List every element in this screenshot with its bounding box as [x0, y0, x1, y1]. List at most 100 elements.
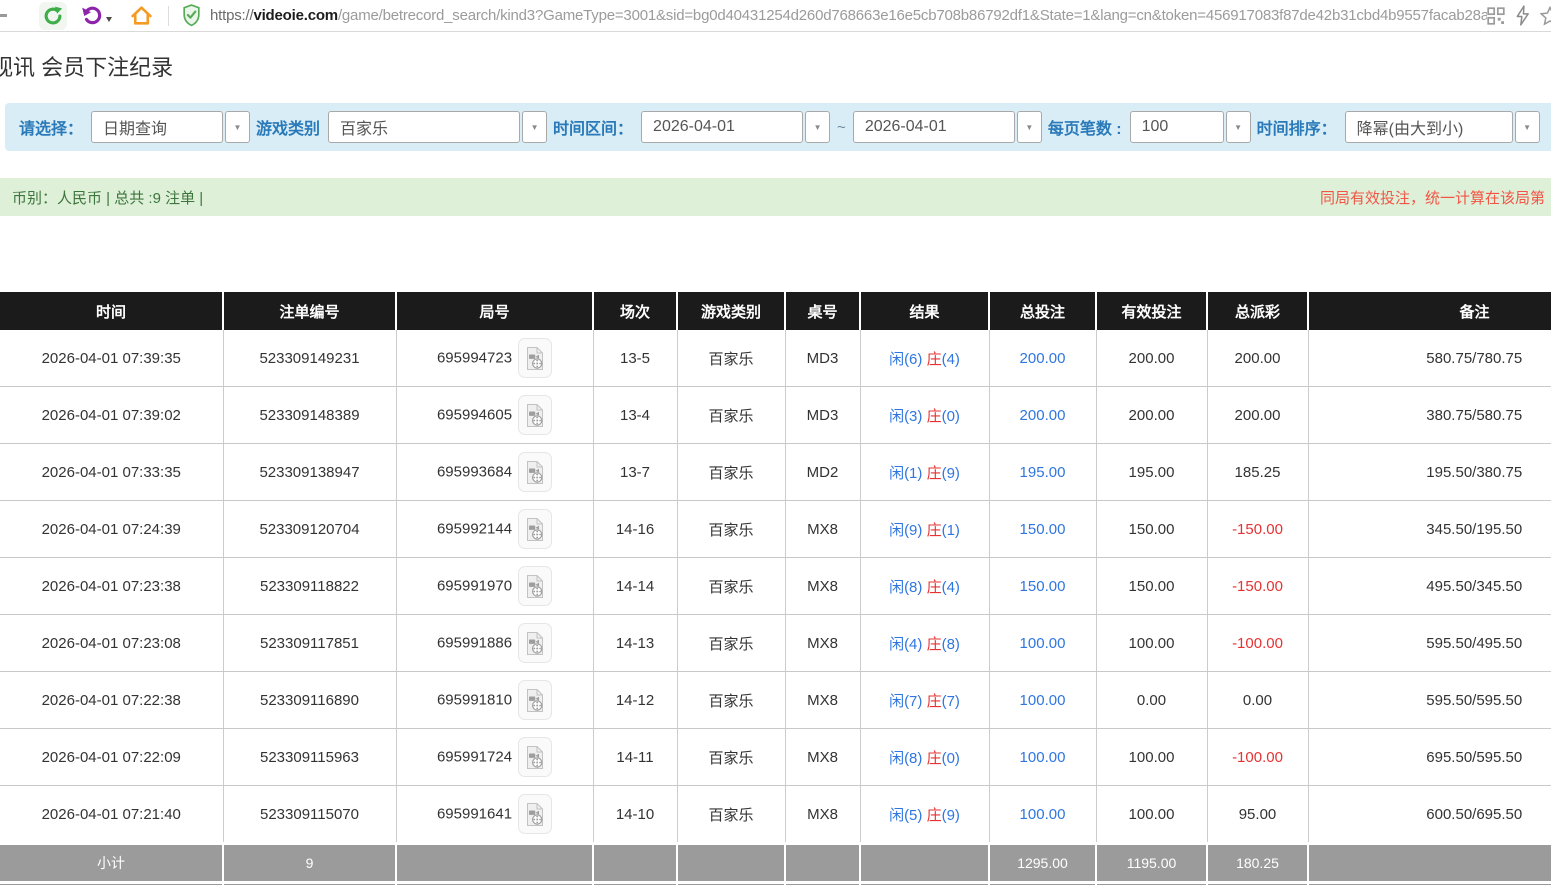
column-header: 总派彩: [1207, 292, 1308, 330]
total-bet-cell: 195.00: [989, 444, 1096, 501]
browser-window: https://videoie.com/game/betrecord_searc…: [0, 0, 1551, 885]
video-file-icon: [525, 460, 545, 485]
game-type-cell: 百家乐: [677, 672, 785, 729]
video-replay-button[interactable]: [518, 680, 552, 720]
total-bet-cell: 100.00: [989, 672, 1096, 729]
undo-button[interactable]: [81, 5, 112, 26]
total-bet-link[interactable]: 100.00: [1020, 806, 1066, 823]
filter-bar: 请选择： 日期查询 ▼ 游戏类别 百家乐 ▼ 时间区间： 2026-04-01 …: [5, 103, 1551, 151]
chevron-down-icon[interactable]: ▼: [1226, 111, 1251, 143]
chevron-down-icon[interactable]: ▼: [225, 111, 250, 143]
chevron-down-icon[interactable]: ▼: [522, 111, 547, 143]
home-button[interactable]: [130, 4, 153, 27]
valid-bet-cell: 150.00: [1096, 558, 1207, 615]
summary-row: 小计91295.001195.00180.25: [0, 844, 1551, 883]
reload-icon: [42, 5, 64, 27]
time-cell: 2026-04-01 07:23:08: [0, 615, 223, 672]
valid-bet-cell: 0.00: [1096, 672, 1207, 729]
query-mode-select[interactable]: 日期查询: [91, 111, 223, 143]
result-cell: 闲(8) 庄(4): [860, 558, 989, 615]
payout-cell: -100.00: [1207, 615, 1308, 672]
video-replay-button[interactable]: [518, 566, 552, 606]
time-cell: 2026-04-01 07:39:35: [0, 330, 223, 387]
lightning-icon[interactable]: [1515, 5, 1530, 26]
chevron-down-icon[interactable]: ▼: [1515, 111, 1540, 143]
session-cell: 14-12: [593, 672, 677, 729]
result-cell: 闲(5) 庄(9): [860, 786, 989, 844]
summary-bar: 币别：人民币 | 总共 :9 注单 | 同局有效投注，统一计算在该局第: [0, 178, 1551, 216]
video-replay-button[interactable]: [518, 452, 552, 492]
session-cell: 14-10: [593, 786, 677, 844]
undo-dropdown-caret[interactable]: [106, 17, 112, 22]
bookmark-star-icon[interactable]: [1540, 6, 1551, 26]
video-replay-button[interactable]: [518, 395, 552, 435]
game-type-select[interactable]: 百家乐: [328, 111, 520, 143]
total-bet-link[interactable]: 200.00: [1020, 407, 1066, 424]
browser-toolbar: https://videoie.com/game/betrecord_searc…: [0, 0, 1551, 32]
total-bet-cell: 200.00: [989, 330, 1096, 387]
bet-table-container: 时间注单编号局号场次游戏类别桌号结果总投注有效投注总派彩备注2026-04-01…: [0, 292, 1551, 885]
payout-cell: 95.00: [1207, 786, 1308, 844]
column-header: 游戏类别: [677, 292, 785, 330]
time-cell: 2026-04-01 07:21:40: [0, 786, 223, 844]
date-from-input[interactable]: 2026-04-01: [641, 111, 803, 143]
payout-cell: -100.00: [1207, 729, 1308, 786]
bet-id-cell: 523309149231: [223, 330, 396, 387]
total-bet-link[interactable]: 150.00: [1020, 521, 1066, 538]
video-replay-button[interactable]: [518, 623, 552, 663]
session-cell: 14-11: [593, 729, 677, 786]
video-replay-button[interactable]: [518, 338, 552, 378]
note-cell: 380.75/580.75: [1308, 387, 1551, 444]
total-bet-link[interactable]: 150.00: [1020, 578, 1066, 595]
time-cell: 2026-04-01 07:22:38: [0, 672, 223, 729]
game-type-cell: 百家乐: [677, 330, 785, 387]
valid-bet-cell: 100.00: [1096, 786, 1207, 844]
page-title: 视讯 会员下注纪录: [0, 50, 173, 82]
secure-site-shield-icon[interactable]: [182, 4, 201, 27]
total-bet-link[interactable]: 100.00: [1020, 749, 1066, 766]
column-header: 结果: [860, 292, 989, 330]
video-file-icon: [525, 631, 545, 656]
valid-bet-cell: 200.00: [1096, 330, 1207, 387]
note-cell: 595.50/495.50: [1308, 615, 1551, 672]
video-replay-button[interactable]: [518, 737, 552, 777]
game-type-cell: 百家乐: [677, 615, 785, 672]
address-bar[interactable]: https://videoie.com/game/betrecord_searc…: [210, 7, 1487, 24]
note-cell: 495.50/345.50: [1308, 558, 1551, 615]
table-number-cell: MX8: [785, 615, 860, 672]
video-file-icon: [525, 517, 545, 542]
note-cell: 695.50/595.50: [1308, 729, 1551, 786]
table-row: 2026-04-01 07:39:35523309149231695994723…: [0, 330, 1551, 387]
total-bet-link[interactable]: 100.00: [1020, 692, 1066, 709]
url-domain: videoie.com: [253, 7, 338, 24]
reload-button[interactable]: [39, 2, 67, 30]
chevron-down-icon[interactable]: ▼: [805, 111, 830, 143]
video-replay-button[interactable]: [518, 794, 552, 834]
note-cell: 345.50/195.50: [1308, 501, 1551, 558]
table-row: 2026-04-01 07:21:40523309115070695991641…: [0, 786, 1551, 844]
sort-order-select[interactable]: 降幂(由大到小): [1345, 111, 1513, 143]
total-bet-link[interactable]: 100.00: [1020, 635, 1066, 652]
table-row: 2026-04-01 07:22:38523309116890695991810…: [0, 672, 1551, 729]
video-file-icon: [525, 346, 545, 371]
time-cell: 2026-04-01 07:33:35: [0, 444, 223, 501]
round-id-cell: 695991724: [396, 729, 593, 786]
time-cell: 2026-04-01 07:39:02: [0, 387, 223, 444]
page-size-select[interactable]: 100: [1130, 111, 1224, 143]
video-file-icon: [525, 403, 545, 428]
note-cell: 600.50/695.50: [1308, 786, 1551, 844]
bet-id-cell: 523309120704: [223, 501, 396, 558]
bet-records-table: 时间注单编号局号场次游戏类别桌号结果总投注有效投注总派彩备注2026-04-01…: [0, 292, 1551, 885]
undo-icon: [81, 5, 103, 26]
chevron-down-icon[interactable]: ▼: [1017, 111, 1042, 143]
result-cell: 闲(3) 庄(0): [860, 387, 989, 444]
column-header: 备注: [1308, 292, 1551, 330]
result-cell: 闲(6) 庄(4): [860, 330, 989, 387]
video-replay-button[interactable]: [518, 509, 552, 549]
total-bet-link[interactable]: 200.00: [1020, 350, 1066, 367]
note-cell: 195.50/380.75: [1308, 444, 1551, 501]
date-to-input[interactable]: 2026-04-01: [853, 111, 1015, 143]
total-bet-link[interactable]: 195.00: [1020, 464, 1066, 481]
game-type-cell: 百家乐: [677, 729, 785, 786]
qr-code-icon[interactable]: [1487, 7, 1505, 25]
